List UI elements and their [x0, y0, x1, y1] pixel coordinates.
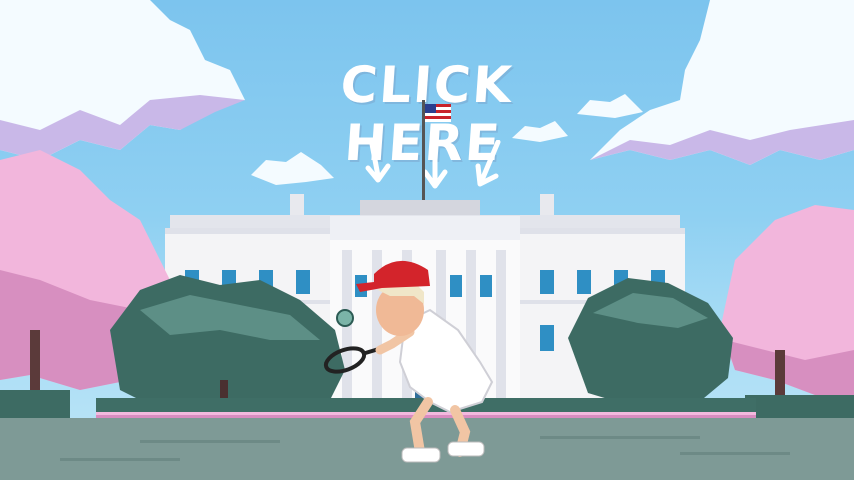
lawn-stripe	[140, 440, 280, 443]
tennis-player[interactable]	[320, 252, 500, 470]
game-scene[interactable]: CLICK HERE	[0, 0, 854, 480]
lawn-stripe	[540, 436, 700, 439]
tennis-ball-icon	[336, 309, 354, 327]
flag-icon	[422, 100, 451, 205]
green-tree-left	[110, 275, 345, 410]
lawn-stripe	[680, 452, 790, 455]
lawn-stripe	[60, 458, 180, 461]
green-tree-right	[568, 278, 733, 408]
tennis-racket-icon	[323, 346, 383, 374]
